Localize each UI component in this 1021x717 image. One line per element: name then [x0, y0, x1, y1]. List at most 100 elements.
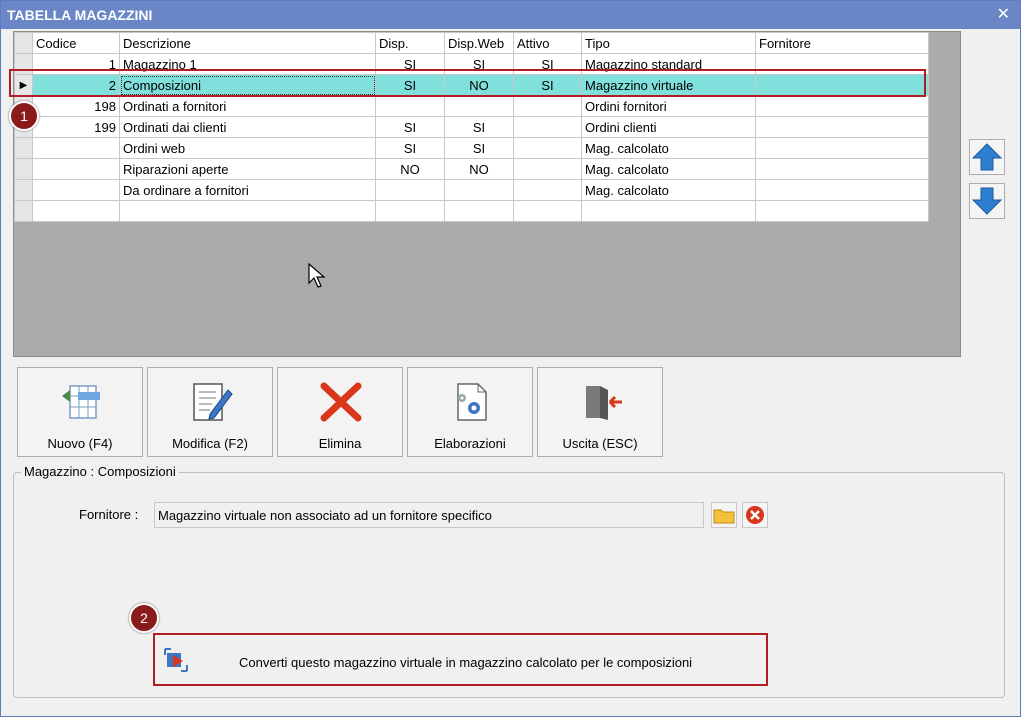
cell-attivo[interactable] — [513, 137, 582, 159]
cell-dispweb[interactable] — [444, 95, 514, 117]
cell-attivo[interactable]: SI — [513, 53, 582, 75]
edit-button[interactable]: Modifica (F2) — [147, 367, 273, 457]
cell-fornitore[interactable] — [755, 179, 929, 201]
col-header-codice[interactable]: Codice — [32, 32, 120, 54]
cell-disp[interactable]: SI — [375, 137, 445, 159]
cell-fornitore[interactable] — [755, 158, 929, 180]
cell-codice[interactable]: 1 — [32, 53, 120, 75]
convert-button-label: Converti questo magazzino virtuale in ma… — [239, 655, 693, 670]
cell-codice[interactable] — [32, 200, 120, 222]
row-pointer-icon[interactable]: ▶ — [14, 74, 33, 96]
cell-dispweb[interactable] — [444, 200, 514, 222]
cell-tipo[interactable]: Ordini fornitori — [581, 95, 756, 117]
cell-tipo[interactable]: Magazzino standard — [581, 53, 756, 75]
cell-attivo[interactable] — [513, 200, 582, 222]
table-row[interactable]: Da ordinare a fornitori Mag. calcolato — [14, 179, 929, 201]
cell-descrizione[interactable]: Magazzino 1 — [119, 53, 376, 75]
close-icon[interactable]: ✕ — [997, 1, 1010, 29]
cell-attivo[interactable]: SI — [513, 74, 582, 96]
cell-disp[interactable] — [375, 95, 445, 117]
cell-fornitore[interactable] — [755, 95, 929, 117]
exit-button[interactable]: Uscita (ESC) — [537, 367, 663, 457]
edit-document-icon — [193, 383, 233, 421]
cell-descrizione[interactable]: Ordinati dai clienti — [119, 116, 376, 138]
cell-disp[interactable]: SI — [375, 116, 445, 138]
cell-disp[interactable] — [375, 200, 445, 222]
cell-dispweb[interactable]: SI — [444, 137, 514, 159]
cell-dispweb[interactable]: NO — [444, 158, 514, 180]
table-row[interactable]: 198 Ordinati a fornitori Ordini fornitori — [14, 95, 929, 117]
cell-codice[interactable]: 198 — [32, 95, 120, 117]
cell-tipo[interactable]: Mag. calcolato — [581, 179, 756, 201]
cell-codice[interactable]: 2 — [32, 74, 120, 96]
exit-button-label: Uscita (ESC) — [562, 436, 638, 451]
cell-descrizione[interactable]: Composizioni — [119, 74, 376, 96]
row-indicator[interactable] — [14, 137, 33, 159]
table-row[interactable] — [14, 200, 929, 222]
col-header-attivo[interactable]: Attivo — [513, 32, 582, 54]
cell-disp[interactable] — [375, 179, 445, 201]
cell-tipo[interactable]: Mag. calcolato — [581, 137, 756, 159]
table-row[interactable]: 1 Magazzino 1 SI SI SI Magazzino standard — [14, 53, 929, 75]
cell-descrizione[interactable]: Ordini web — [119, 137, 376, 159]
row-indicator[interactable] — [14, 158, 33, 180]
move-down-button[interactable] — [969, 183, 1005, 219]
cell-descrizione[interactable] — [119, 200, 376, 222]
folder-icon — [713, 509, 735, 524]
table-row[interactable]: Riparazioni aperte NO NO Mag. calcolato — [14, 158, 929, 180]
convert-to-calculated-button[interactable]: Converti questo magazzino virtuale in ma… — [153, 633, 768, 686]
cell-fornitore[interactable] — [755, 116, 929, 138]
cell-codice[interactable] — [32, 179, 120, 201]
row-indicator[interactable] — [14, 179, 33, 201]
elaborations-button[interactable]: Elaborazioni — [407, 367, 533, 457]
col-header-fornitore[interactable]: Fornitore — [755, 32, 929, 54]
tabella-magazzini-window: TABELLA MAGAZZINI ✕ Codice Descrizione D… — [0, 0, 1021, 717]
cell-dispweb[interactable]: SI — [444, 53, 514, 75]
cell-descrizione[interactable]: Ordinati a fornitori — [119, 95, 376, 117]
cell-dispweb[interactable]: NO — [444, 74, 514, 96]
fornitore-field[interactable]: Magazzino virtuale non associato ad un f… — [154, 502, 704, 528]
callout-badge-1: 1 — [9, 101, 39, 131]
edit-button-label: Modifica (F2) — [172, 436, 248, 451]
row-indicator[interactable] — [14, 200, 33, 222]
table-row[interactable]: 199 Ordinati dai clienti SI SI Ordini client… — [14, 116, 929, 138]
title-bar: TABELLA MAGAZZINI ✕ — [1, 1, 1020, 29]
cell-codice[interactable]: 199 — [32, 116, 120, 138]
cell-descrizione[interactable]: Da ordinare a fornitori — [119, 179, 376, 201]
table-row[interactable]: ▶ 2 Composizioni SI NO SI Magazzino virtuale — [14, 74, 929, 96]
new-button[interactable]: Nuovo (F4) — [17, 367, 143, 457]
col-header-disp[interactable]: Disp. — [375, 32, 445, 54]
cell-attivo[interactable] — [513, 116, 582, 138]
cell-tipo[interactable] — [581, 200, 756, 222]
mouse-cursor-icon — [308, 263, 326, 288]
warehouse-grid[interactable]: Codice Descrizione Disp. Disp.Web Attivo… — [13, 31, 961, 357]
cell-attivo[interactable] — [513, 158, 582, 180]
col-header-tipo[interactable]: Tipo — [581, 32, 756, 54]
cell-disp[interactable]: SI — [375, 53, 445, 75]
cell-disp[interactable]: NO — [375, 158, 445, 180]
cell-fornitore[interactable] — [755, 53, 929, 75]
cell-attivo[interactable] — [513, 179, 582, 201]
cell-fornitore[interactable] — [755, 137, 929, 159]
table-row[interactable]: Ordini web SI SI Mag. calcolato — [14, 137, 929, 159]
cell-tipo[interactable]: Mag. calcolato — [581, 158, 756, 180]
col-header-dispweb[interactable]: Disp.Web — [444, 32, 514, 54]
col-header-descrizione[interactable]: Descrizione — [119, 32, 376, 54]
move-up-button[interactable] — [969, 139, 1005, 175]
cell-attivo[interactable] — [513, 95, 582, 117]
cell-descrizione[interactable]: Riparazioni aperte — [119, 158, 376, 180]
cell-tipo[interactable]: Ordini clienti — [581, 116, 756, 138]
row-indicator[interactable] — [14, 53, 33, 75]
cell-disp[interactable]: SI — [375, 74, 445, 96]
cell-codice[interactable] — [32, 158, 120, 180]
cell-codice[interactable] — [32, 137, 120, 159]
clear-fornitore-button[interactable] — [742, 502, 768, 528]
cell-fornitore[interactable] — [755, 200, 929, 222]
cell-tipo[interactable]: Magazzino virtuale — [581, 74, 756, 96]
cell-dispweb[interactable] — [444, 179, 514, 201]
cell-dispweb[interactable]: SI — [444, 116, 514, 138]
cell-fornitore[interactable] — [755, 74, 929, 96]
elaborations-button-label: Elaborazioni — [434, 436, 506, 451]
delete-button[interactable]: Elimina — [277, 367, 403, 457]
browse-fornitore-button[interactable] — [711, 502, 737, 528]
